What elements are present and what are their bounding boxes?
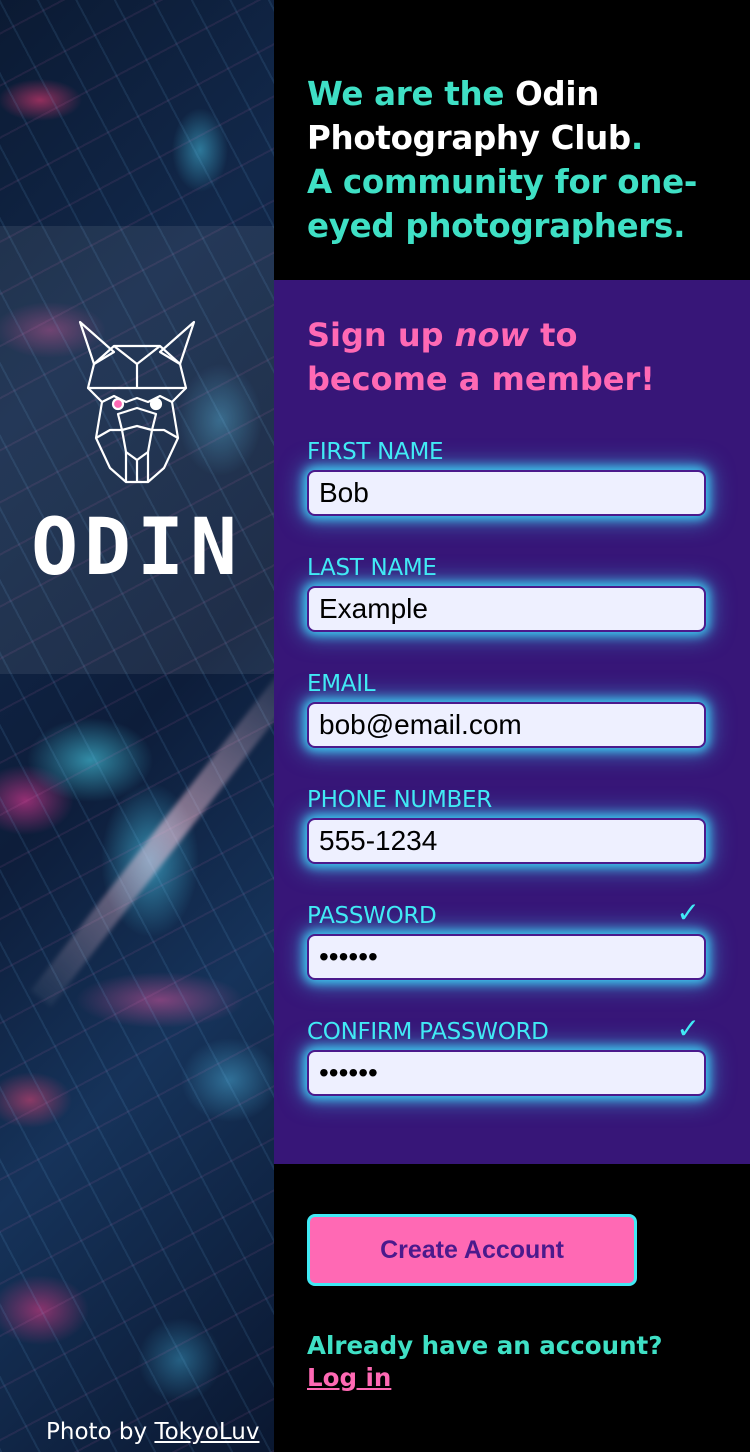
first-name-input[interactable]	[307, 470, 706, 516]
hero-period: .	[630, 119, 643, 157]
credit-prefix: Photo by	[46, 1419, 155, 1445]
signup-heading: Sign up now to become a member!	[307, 313, 706, 401]
first-name-field: FIRST NAME	[307, 438, 706, 516]
password-label: PASSWORD	[307, 903, 437, 929]
city-grid-texture	[0, 0, 274, 1452]
email-field: EMAIL	[307, 670, 706, 748]
password-field: PASSWORD ✓	[307, 896, 706, 980]
email-label: EMAIL	[307, 671, 376, 697]
first-name-label: FIRST NAME	[307, 439, 444, 465]
last-name-input[interactable]	[307, 586, 706, 632]
password-check-icon: ✓	[676, 896, 700, 929]
signup-heading-emphasis: now	[454, 316, 529, 354]
login-prompt-text: Already have an account?	[307, 1331, 663, 1360]
background-photo: ODIN Photo by TokyoLuv	[0, 0, 274, 1452]
password-input[interactable]	[307, 934, 706, 980]
actions-section: Create Account Already have an account? …	[274, 1164, 750, 1452]
signup-form: Sign up now to become a member! FIRST NA…	[274, 280, 750, 1164]
signup-heading-part1: Sign up	[307, 316, 455, 354]
hero-heading: We are the Odin Photography Club. A comm…	[307, 72, 720, 248]
create-account-button[interactable]: Create Account	[307, 1214, 637, 1286]
last-name-field: LAST NAME	[307, 554, 706, 632]
hero-tagline: A community for one-eyed photographers.	[307, 163, 698, 245]
phone-field: PHONE NUMBER	[307, 786, 706, 864]
last-name-label: LAST NAME	[307, 555, 437, 581]
photo-credit: Photo by TokyoLuv	[46, 1416, 259, 1448]
confirm-password-check-icon: ✓	[676, 1012, 700, 1045]
login-prompt: Already have an account? Log in	[307, 1330, 727, 1394]
login-link[interactable]: Log in	[307, 1362, 391, 1394]
confirm-password-label: CONFIRM PASSWORD	[307, 1019, 549, 1045]
hero-prefix: We are the	[307, 75, 516, 113]
phone-label: PHONE NUMBER	[307, 787, 492, 813]
confirm-password-input[interactable]	[307, 1050, 706, 1096]
logo-wordmark: ODIN	[31, 503, 243, 593]
phone-input[interactable]	[307, 818, 706, 864]
credit-author-link[interactable]: TokyoLuv	[154, 1419, 259, 1445]
email-input[interactable]	[307, 702, 706, 748]
viking-head-icon	[78, 320, 196, 484]
hero-section: We are the Odin Photography Club. A comm…	[274, 0, 750, 280]
confirm-password-field: CONFIRM PASSWORD ✓	[307, 1012, 706, 1096]
